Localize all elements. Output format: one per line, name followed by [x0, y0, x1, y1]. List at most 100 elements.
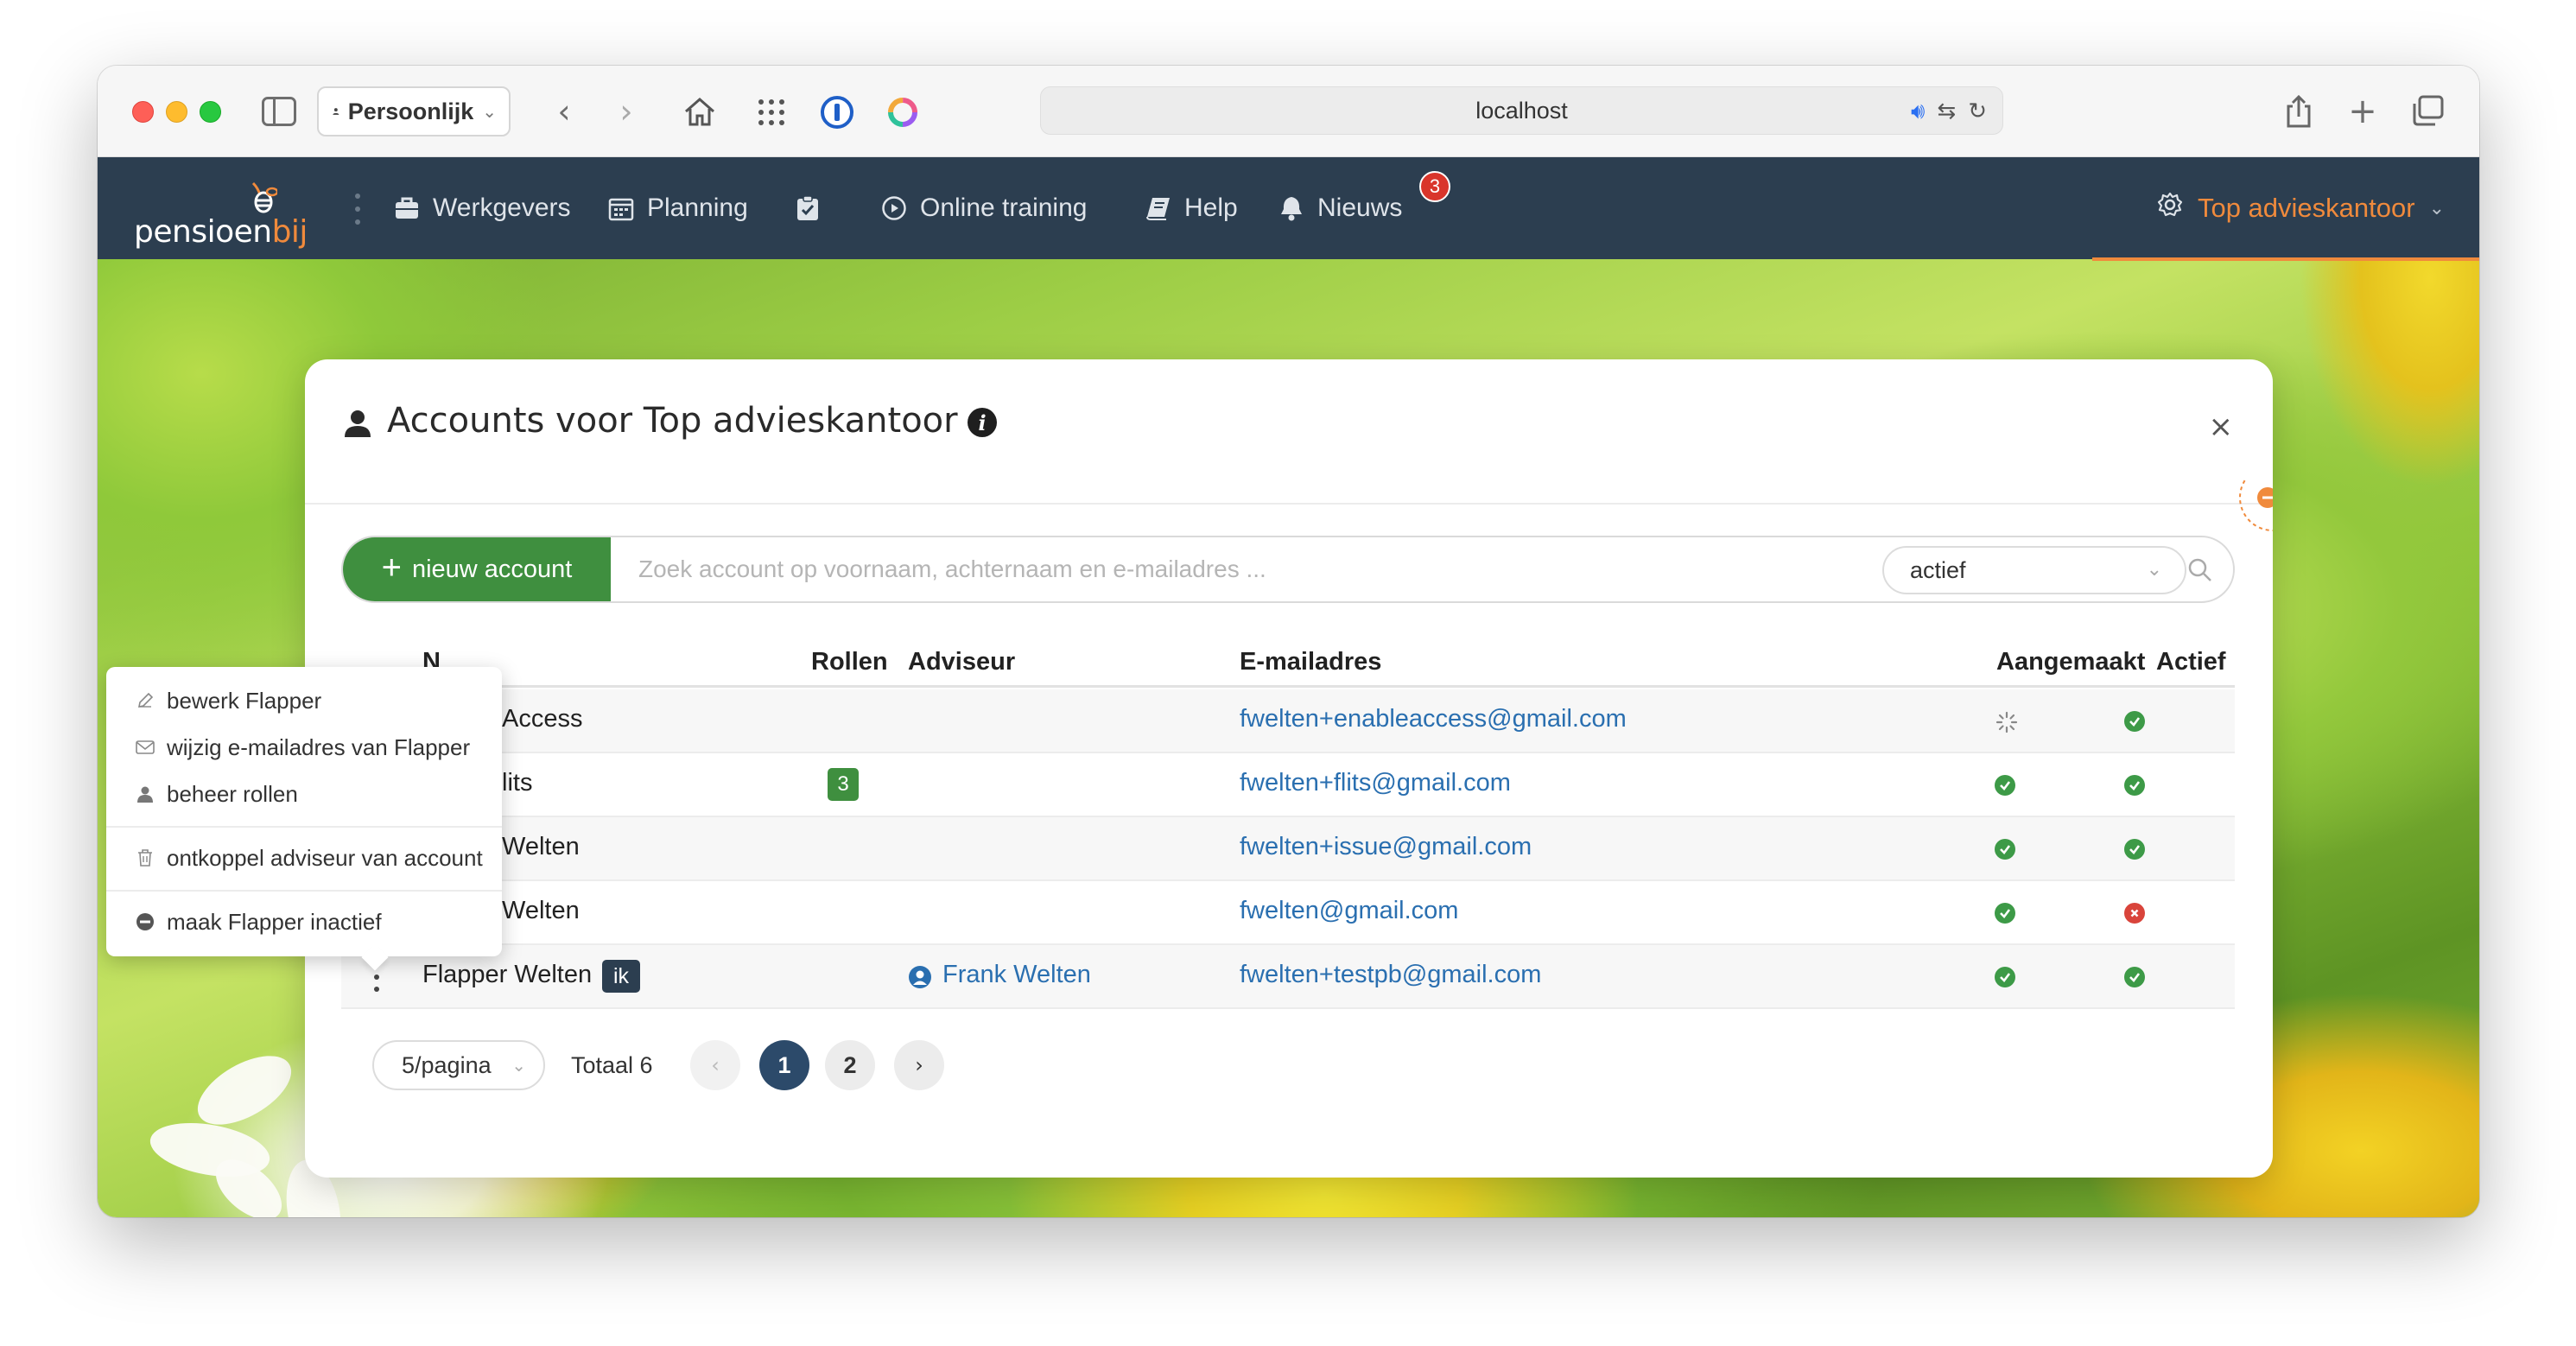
created-check-icon [1995, 839, 2015, 860]
account-search-bar: + nieuw account actief ⌄ [341, 536, 2235, 603]
new-tab-icon[interactable]: + [2344, 90, 2382, 133]
table-row[interactable]: Welten fwelten+issue@gmail.com [341, 817, 2235, 881]
total-count: Totaal 6 [571, 1052, 653, 1078]
forward-icon[interactable]: › [609, 90, 644, 133]
sidebar-toggle-icon[interactable] [262, 97, 296, 126]
user-icon [345, 410, 371, 437]
close-window-button[interactable] [132, 101, 154, 123]
menu-item-unlink-advisor[interactable]: ontkoppel adviseur van account [106, 835, 502, 881]
share-icon[interactable] [2280, 90, 2318, 133]
active-check-icon [2124, 839, 2145, 860]
main-navigation: pensioenbij Werkgevers Planning Online t… [98, 157, 2479, 261]
extension-ring-icon[interactable] [884, 93, 922, 131]
trash-icon [136, 848, 155, 867]
nav-more-icon[interactable] [355, 194, 360, 225]
menu-item-label: ontkoppel adviseur van account [167, 844, 483, 871]
status-filter-select[interactable]: actief ⌄ [1882, 546, 2186, 594]
nav-item-label: Nieuws [1317, 194, 1403, 222]
self-badge: ik [602, 960, 640, 993]
tabs-overview-icon[interactable] [2409, 92, 2447, 130]
organization-menu[interactable]: Top advieskantoor ⌄ [2156, 188, 2445, 228]
info-icon[interactable]: i [968, 408, 997, 437]
back-icon[interactable]: ‹ [547, 90, 581, 133]
table-row[interactable]: lits 3 fwelten+flits@gmail.com [341, 753, 2235, 817]
new-account-label: nieuw account [411, 555, 573, 583]
column-header-created[interactable]: Aangemaakt [1996, 648, 2145, 676]
translate-icon[interactable]: ⇆ [1937, 98, 1956, 125]
prev-page-button[interactable]: ‹ [690, 1040, 740, 1090]
nav-item-nieuws[interactable]: Nieuws [1278, 188, 1402, 228]
account-name: Welten [502, 897, 580, 924]
modal-header: Accounts voor Top advieskantoor i × [305, 359, 2273, 505]
reload-icon[interactable]: ↻ [1968, 98, 1987, 125]
account-email-link[interactable]: fwelten+testpb@gmail.com [1240, 961, 1541, 989]
menu-item-manage-roles[interactable]: beheer rollen [106, 771, 502, 817]
table-row[interactable]: Flapper Welten ik Frank Welten fwelten+t… [341, 945, 2235, 1009]
calendar-icon [607, 194, 635, 222]
nav-item-tasks[interactable] [794, 188, 822, 228]
page-size-select[interactable]: 5/pagina ⌄ [372, 1040, 545, 1090]
profile-button[interactable]: Persoonlijk ⌄ [317, 86, 511, 137]
account-email-link[interactable]: fwelten+issue@gmail.com [1240, 833, 1532, 861]
nav-item-label: Online training [920, 194, 1088, 222]
inactive-x-icon [2124, 903, 2145, 924]
menu-divider [106, 890, 502, 892]
menu-item-label: beheer rollen [167, 780, 298, 807]
table-row[interactable]: Welten fwelten@gmail.com [341, 881, 2235, 945]
column-header-advisor[interactable]: Adviseur [908, 648, 1015, 676]
menu-item-deactivate[interactable]: maak Flapper inactief [106, 898, 502, 945]
page-button-2[interactable]: 2 [825, 1040, 875, 1090]
person-icon [333, 108, 339, 115]
address-bar[interactable]: localhost 🔊︎ ⇆ ↻ [1040, 86, 2003, 135]
pencil-icon [136, 691, 155, 710]
account-email-link[interactable]: fwelten+flits@gmail.com [1240, 769, 1511, 797]
account-name: Welten [502, 833, 580, 860]
created-check-icon [1995, 903, 2015, 924]
search-icon[interactable] [2186, 556, 2214, 584]
password-manager-icon[interactable] [818, 93, 856, 131]
app-viewport: pensioenbij Werkgevers Planning Online t… [98, 157, 2479, 1217]
close-icon[interactable]: × [2209, 410, 2234, 444]
nav-item-label: Planning [647, 194, 748, 222]
gear-icon [2156, 191, 2184, 225]
nav-item-online-training[interactable]: Online training [880, 188, 1087, 228]
minus-circle-icon [136, 912, 155, 931]
roles-count-badge[interactable]: 3 [828, 768, 859, 801]
menu-item-change-email[interactable]: wijzig e-mailadres van Flapper [106, 724, 502, 771]
column-header-active[interactable]: Actief [2156, 648, 2226, 676]
speaker-icon[interactable]: 🔊︎ [1911, 98, 1925, 125]
bell-icon [1278, 194, 1305, 222]
status-filter-value: actief [1910, 556, 1966, 583]
new-account-button[interactable]: + nieuw account [343, 537, 611, 601]
menu-item-edit[interactable]: bewerk Flapper [106, 677, 502, 724]
active-indicator [2092, 257, 2479, 261]
modal-title: Accounts voor Top advieskantoor [387, 401, 958, 441]
account-email-link[interactable]: fwelten@gmail.com [1240, 897, 1458, 925]
column-header-email[interactable]: E-mailadres [1240, 648, 1381, 676]
play-circle-icon [880, 194, 908, 222]
account-search-input[interactable] [611, 537, 1881, 601]
account-email-link[interactable]: fwelten+enableaccess@gmail.com [1240, 705, 1627, 733]
column-header-roles[interactable]: Rollen [811, 648, 888, 676]
nav-item-help[interactable]: Help [1145, 188, 1238, 228]
zoom-window-button[interactable] [200, 101, 221, 123]
nav-item-werkgevers[interactable]: Werkgevers [393, 188, 571, 228]
nav-item-label: Help [1184, 194, 1238, 222]
table-row[interactable]: Access fwelten+enableaccess@gmail.com [341, 689, 2235, 753]
notification-badge: 3 [1419, 171, 1450, 202]
created-check-icon [1995, 775, 2015, 796]
next-page-button[interactable]: › [894, 1040, 944, 1090]
account-name: lits [502, 769, 533, 797]
page-size-value: 5/pagina [402, 1051, 492, 1078]
advisor-link[interactable]: Frank Welten [942, 961, 1091, 989]
account-name: Access [502, 705, 583, 733]
page-button-1[interactable]: 1 [759, 1040, 809, 1090]
grid-icon[interactable] [752, 93, 790, 131]
minimize-window-button[interactable] [166, 101, 187, 123]
nav-item-planning[interactable]: Planning [607, 188, 748, 228]
home-icon[interactable] [678, 90, 721, 133]
briefcase-icon [393, 194, 421, 222]
menu-item-label: bewerk Flapper [167, 687, 322, 714]
user-icon [136, 784, 155, 803]
logo[interactable]: pensioenbij [134, 178, 308, 250]
